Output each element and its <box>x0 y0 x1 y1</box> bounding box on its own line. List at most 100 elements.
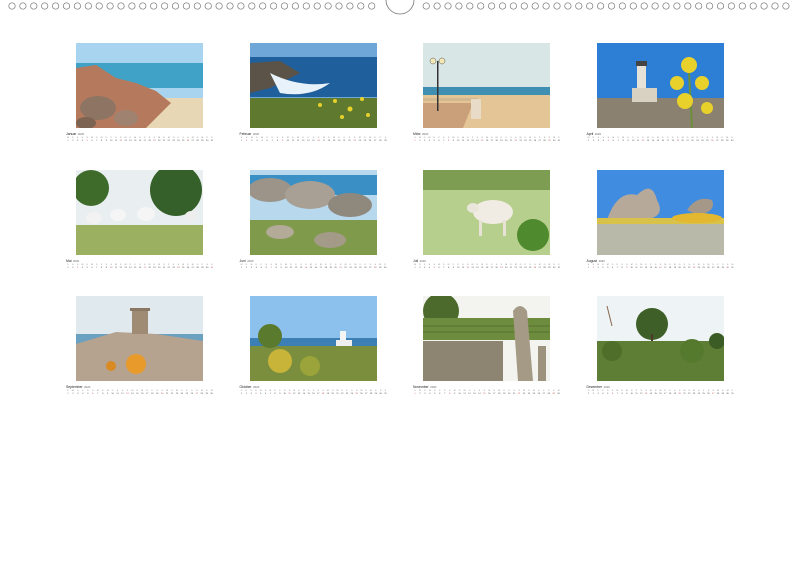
day-cell: S 11 <box>461 264 465 270</box>
day-number: 12 <box>641 140 645 142</box>
day-number: 2 <box>419 393 421 395</box>
day-number: 7 <box>97 393 99 395</box>
day-number: 31 <box>210 140 214 142</box>
day-number: 28 <box>196 140 199 142</box>
day-number: 15 <box>483 393 486 395</box>
day-cell: S 20 <box>678 390 682 396</box>
day-cell: M 24 <box>353 264 357 270</box>
day-cell: F 23 <box>345 390 349 396</box>
day-cell: S 13 <box>644 390 648 396</box>
day-cell: M3 <box>250 137 254 143</box>
day-cell: S 20 <box>334 264 338 270</box>
day-cell: D 20 <box>678 264 682 270</box>
month-label: Juli 2020 <box>413 259 426 263</box>
month-photo <box>249 43 377 128</box>
month-name: Oktober <box>239 385 252 389</box>
binding-hole <box>52 2 60 10</box>
day-number: 7 <box>444 393 446 395</box>
day-strip: M 1 D 2 F 3 S 4 S 5 M 6 D 7 M 8 D 9 F 10 S 11 S 12 M 13 D 14 M 15 D 16 F… <box>587 137 735 143</box>
day-cell: M 10 <box>286 137 290 143</box>
month-photo <box>423 170 550 255</box>
month-photo <box>596 170 724 255</box>
day-number: 17 <box>493 393 496 395</box>
day-number: 5 <box>260 267 262 269</box>
day-number: 9 <box>280 267 282 269</box>
day-cell: M 20 <box>157 264 161 270</box>
day-cell: D 22 <box>687 390 691 396</box>
day-number: 5 <box>260 393 262 395</box>
day-cell: D 17 <box>663 390 667 396</box>
day-number: 26 <box>186 140 190 142</box>
day-cell: S 14 <box>477 390 481 396</box>
day-number: 27 <box>716 140 719 142</box>
day-number: 8 <box>621 393 623 395</box>
day-cell: D 15 <box>654 390 658 396</box>
day-number: 12 <box>296 140 300 142</box>
day-cell: M8 <box>100 137 104 143</box>
day-cell: D 30 <box>552 264 556 270</box>
day-number: 17 <box>319 267 322 269</box>
day-cell: D 28 <box>720 137 724 143</box>
day-number: 24 <box>701 140 704 142</box>
day-strip: D 1 M 2 D 3 F 4 S 5 S 6 M 7 D 8 M 9 D 10 F 11 S 12 S 13 M 14 D 15 M 16 D… <box>587 390 735 396</box>
day-cell: M4 <box>427 137 431 143</box>
day-number: 27 <box>542 393 545 395</box>
month-year: 2020 <box>247 259 254 263</box>
day-number: 13 <box>126 393 129 395</box>
day-number: 29 <box>374 393 378 395</box>
day-cell: F3 <box>76 137 80 143</box>
binding-hole <box>204 2 212 10</box>
day-number: 29 <box>205 393 208 395</box>
binding-hole <box>73 2 81 10</box>
day-cell: M 29 <box>378 264 382 270</box>
day-cell: F9 <box>278 390 282 396</box>
day-number: 8 <box>275 267 277 269</box>
day-cell: M 30 <box>552 137 556 143</box>
day-number: 23 <box>353 140 356 142</box>
day-strip: M 1 D 2 F 3 S 4 S 5 M 6 D 7 M 8 D 9 F 10 S 11 S 12 M 13 D 14 M 15 D 16 F… <box>66 137 214 143</box>
day-cell: F 18 <box>150 390 154 396</box>
day-cell: D5 <box>432 137 436 143</box>
day-number: 25 <box>528 140 532 142</box>
day-number: 7 <box>96 267 98 269</box>
day-cell: S 23 <box>172 264 176 270</box>
day-cell: D6 <box>610 264 614 270</box>
day-number: 15 <box>307 393 310 395</box>
day-number: 5 <box>434 393 436 395</box>
day-cell: M7 <box>615 390 619 396</box>
day-cell: D 11 <box>634 264 638 270</box>
binding-hole <box>182 2 190 10</box>
day-cell: S 21 <box>339 264 343 270</box>
day-number: 13 <box>301 140 305 142</box>
day-cell: M1 <box>413 264 417 270</box>
day-cell: F 10 <box>456 264 460 270</box>
day-cell: M3 <box>596 264 600 270</box>
day-number: 10 <box>284 267 288 269</box>
day-cell: M 11 <box>461 137 465 143</box>
month-name: Dezember <box>586 385 603 389</box>
day-number: 27 <box>712 267 715 269</box>
day-cell: M 30 <box>726 390 730 396</box>
day-number: 22 <box>348 140 351 142</box>
day-number: 4 <box>82 393 84 395</box>
day-cell: M 26 <box>706 264 710 270</box>
day-cell: M 21 <box>682 390 686 396</box>
day-number: 10 <box>109 140 113 142</box>
day-cell: M 27 <box>191 137 195 143</box>
binding-hole <box>651 2 659 10</box>
day-cell: D 21 <box>509 264 513 270</box>
day-cell: D5 <box>85 264 89 270</box>
day-cell: F 26 <box>363 264 367 270</box>
day-cell: S4 <box>427 264 431 270</box>
day-cell: F 27 <box>538 137 542 143</box>
binding-hole <box>488 2 496 10</box>
day-number: 20 <box>157 140 161 142</box>
month-label: Juni 2020 <box>240 259 254 263</box>
day-number: 22 <box>688 393 691 395</box>
day-number: 16 <box>317 140 320 142</box>
day-number: 11 <box>114 267 118 269</box>
day-number: 9 <box>452 140 454 142</box>
day-number: 13 <box>644 393 648 395</box>
day-number: 19 <box>500 267 503 269</box>
day-cell: S 18 <box>671 137 675 143</box>
